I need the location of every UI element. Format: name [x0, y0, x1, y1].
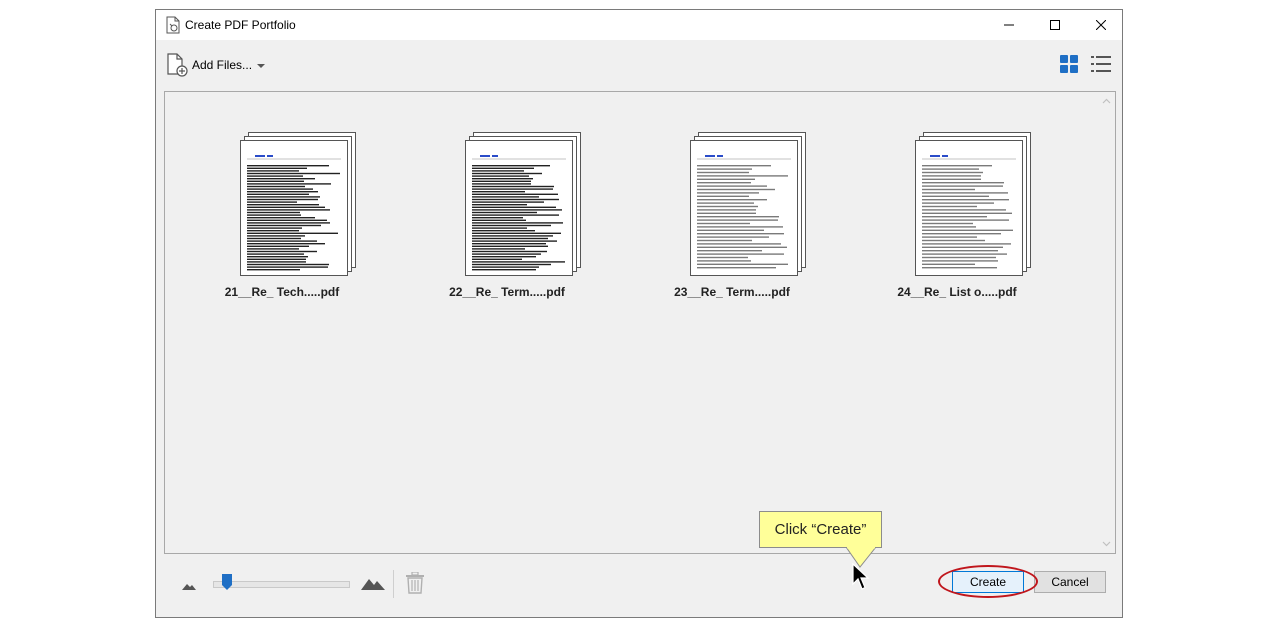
document-stack-icon	[240, 132, 360, 282]
page-text-preview	[922, 155, 1016, 269]
minimize-icon	[1004, 24, 1014, 26]
page-sheet	[690, 140, 798, 276]
close-button[interactable]	[1078, 10, 1124, 40]
file-thumbnail[interactable]: 21__Re_ Tech.....pdf	[207, 132, 357, 302]
divider	[393, 570, 394, 598]
slider-thumb[interactable]	[222, 574, 232, 590]
chevron-down-icon	[257, 64, 266, 68]
highlight-oval	[938, 565, 1038, 598]
scroll-down-icon[interactable]	[1102, 539, 1111, 548]
maximize-icon	[1050, 20, 1060, 30]
file-thumbnail[interactable]: 22__Re_ Term.....pdf	[432, 132, 582, 302]
page-sheet	[240, 140, 348, 276]
list-view-icon[interactable]	[1091, 55, 1111, 73]
file-name-label: 21__Re_ Tech.....pdf	[224, 285, 340, 299]
add-files-button[interactable]: Add Files...	[166, 52, 266, 78]
page-text-preview	[247, 155, 341, 271]
maximize-button[interactable]	[1032, 10, 1078, 40]
instruction-callout: Click “Create”	[759, 511, 882, 548]
window-title: Create PDF Portfolio	[185, 18, 296, 32]
cancel-button[interactable]: Cancel	[1034, 571, 1106, 593]
trash-icon[interactable]	[405, 572, 425, 594]
mouse-cursor-icon	[852, 563, 870, 590]
page-sheet	[915, 140, 1023, 276]
file-name-label: 22__Re_ Term.....pdf	[449, 285, 565, 299]
page-text-preview	[697, 155, 791, 269]
footer-bar: Create Cancel	[156, 558, 1122, 618]
thumbnail-size-slider[interactable]	[213, 581, 350, 588]
add-files-label: Add Files...	[192, 58, 253, 72]
create-pdf-portfolio-dialog: Create PDF Portfolio Add Files... 21__Re…	[155, 9, 1123, 618]
minimize-button[interactable]	[986, 10, 1032, 40]
page-text-preview	[472, 155, 566, 271]
file-name-label: 23__Re_ Term.....pdf	[674, 285, 790, 299]
file-thumbnail[interactable]: 23__Re_ Term.....pdf	[657, 132, 807, 302]
document-stack-icon	[465, 132, 585, 282]
add-file-icon	[167, 53, 188, 77]
toolbar: Add Files...	[156, 40, 1122, 90]
scroll-up-icon[interactable]	[1102, 97, 1111, 106]
portfolio-icon	[166, 16, 180, 34]
files-panel: 21__Re_ Tech.....pdf 22__Re_ Term.....pdf…	[164, 91, 1116, 554]
thumbnail-view-icon[interactable]	[1060, 55, 1078, 73]
file-thumbnail[interactable]: 24__Re_ List o.....pdf	[882, 132, 1032, 302]
page-sheet	[465, 140, 573, 276]
close-icon	[1096, 20, 1106, 30]
document-stack-icon	[690, 132, 810, 282]
zoom-in-mountain-icon[interactable]	[361, 576, 385, 590]
title-bar: Create PDF Portfolio	[156, 10, 1122, 40]
zoom-out-mountain-icon[interactable]	[182, 582, 196, 590]
vertical-scrollbar[interactable]	[1098, 92, 1115, 553]
document-stack-icon	[915, 132, 1035, 282]
file-name-label: 24__Re_ List o.....pdf	[897, 285, 1017, 299]
